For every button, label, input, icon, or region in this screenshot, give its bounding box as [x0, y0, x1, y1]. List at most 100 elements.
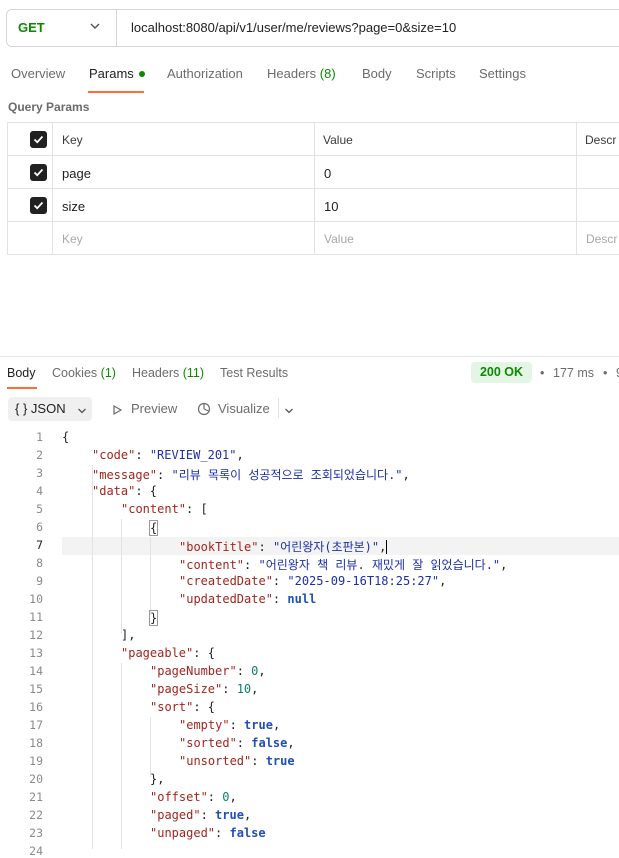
tab-label: Body	[362, 66, 392, 81]
code-line[interactable]: "createdDate": "2025-09-16T18:25:27",	[179, 574, 446, 588]
code-line[interactable]: ],	[121, 628, 135, 642]
json-key: "sort"	[150, 700, 194, 714]
json-key: "pageNumber"	[150, 664, 237, 678]
line-number: 22	[29, 808, 43, 822]
tab-authorization[interactable]: Authorization	[167, 66, 243, 81]
json-key: "offset"	[150, 790, 208, 804]
visualize-button[interactable]: Visualize	[218, 401, 270, 416]
response-time[interactable]: 177 ms	[553, 366, 594, 380]
line-number: 19	[29, 754, 43, 768]
param-checkbox-size[interactable]	[30, 197, 47, 214]
json-key: "createdDate"	[179, 574, 273, 588]
json-number: 0	[222, 790, 230, 804]
code-line[interactable]: {	[62, 430, 69, 444]
url-input[interactable]: localhost:8080/api/v1/user/me/reviews?pa…	[131, 20, 456, 35]
code-line[interactable]: "unsorted": true	[179, 754, 295, 768]
tab-label: Headers	[132, 366, 180, 380]
param-key[interactable]: size	[62, 199, 85, 214]
response-tab-test-results[interactable]: Test Results	[220, 366, 288, 380]
column-divider	[52, 122, 53, 255]
status-badge[interactable]: 200 OK	[471, 362, 532, 383]
separator-dot: •	[540, 366, 545, 380]
braces-icon: { }	[15, 401, 28, 416]
line-number: 15	[29, 682, 43, 696]
response-tab-body[interactable]: Body	[7, 366, 36, 380]
line-number: 16	[29, 700, 43, 714]
tab-headers[interactable]: Headers (8)	[267, 66, 336, 81]
matched-bracket[interactable]: }	[149, 610, 159, 626]
json-literal: true	[215, 808, 244, 822]
matched-bracket[interactable]: {	[149, 520, 159, 536]
select-all-checkbox[interactable]	[30, 131, 47, 148]
code-line[interactable]: "pageNumber": 0,	[150, 664, 266, 678]
line-number: 21	[29, 790, 43, 804]
tab-scripts[interactable]: Scripts	[416, 66, 456, 81]
tab-underline	[7, 387, 37, 389]
line-number: 4	[36, 484, 43, 498]
json-key: "empty"	[179, 718, 230, 732]
column-divider	[314, 122, 315, 255]
param-value[interactable]: 10	[324, 199, 338, 214]
indent-guide	[150, 717, 151, 777]
code-line[interactable]: "updatedDate": null	[179, 592, 316, 606]
new-key-input[interactable]: Key	[62, 232, 83, 246]
response-tab-headers[interactable]: Headers (11)	[132, 366, 204, 380]
json-key: "updatedDate"	[179, 592, 273, 606]
code-line[interactable]: "sorted": false,	[179, 736, 295, 750]
code-line[interactable]: },	[150, 772, 164, 786]
tab-overview[interactable]: Overview	[11, 66, 65, 81]
code-line[interactable]: "pageable": {	[121, 646, 215, 660]
line-number: 8	[36, 556, 43, 570]
code-line[interactable]: "empty": true,	[179, 718, 280, 732]
value-column-header: Value	[323, 133, 353, 147]
play-icon	[111, 403, 123, 421]
tab-label: Overview	[11, 66, 66, 81]
toolbar-divider	[278, 398, 279, 418]
line-number: 24	[29, 844, 43, 858]
code-line[interactable]: "pageSize": 10,	[150, 682, 258, 696]
json-literal: false	[251, 736, 288, 750]
format-select-label: { } JSON	[15, 401, 66, 416]
line-number: 9	[36, 574, 43, 588]
chevron-down-icon[interactable]	[283, 404, 295, 422]
code-line[interactable]: "unpaged": false	[150, 826, 266, 840]
new-value-input[interactable]: Value	[324, 232, 354, 246]
tab-label: Settings	[479, 66, 526, 81]
code-line[interactable]: "message": "리뷰 목록이 성공적으로 조회되었습니다.",	[92, 466, 410, 483]
key-column-header: Key	[62, 133, 83, 147]
json-key: "bookTitle"	[179, 540, 259, 554]
tab-settings[interactable]: Settings	[479, 66, 526, 81]
code-line[interactable]: "paged": true,	[150, 808, 251, 822]
chevron-down-icon[interactable]	[88, 19, 102, 33]
json-key: "pageable"	[121, 646, 194, 660]
code-line[interactable]: "data": {	[92, 484, 157, 498]
row-divider	[7, 221, 619, 222]
response-tab-cookies[interactable]: Cookies (1)	[52, 366, 116, 380]
param-key[interactable]: page	[62, 166, 91, 181]
json-string: "어린왕자 책 리뷰. 재밌게 잘 읽었습니다."	[258, 558, 501, 572]
code-line[interactable]: "bookTitle": "어린왕자(초판본)",	[179, 538, 388, 555]
json-key: "data"	[92, 484, 136, 498]
code-line[interactable]: "code": "REVIEW_201",	[92, 448, 244, 462]
code-line[interactable]: "offset": 0,	[150, 790, 237, 804]
new-description-input[interactable]: Descr	[586, 232, 617, 246]
line-number: 2	[36, 448, 43, 462]
param-value[interactable]: 0	[324, 166, 331, 181]
code-line[interactable]: "content": [	[121, 502, 208, 516]
line-number: 6	[36, 520, 43, 534]
format-label: JSON	[30, 401, 66, 416]
json-literal: false	[229, 826, 266, 840]
line-number: 5	[36, 502, 43, 516]
code-line[interactable]: "sort": {	[150, 700, 215, 714]
line-number: 18	[29, 736, 43, 750]
pane-divider[interactable]	[0, 356, 619, 357]
param-checkbox-page[interactable]	[30, 164, 47, 181]
tab-params[interactable]: Params	[89, 66, 145, 81]
tab-label: Authorization	[167, 66, 243, 81]
method-select[interactable]: GET	[18, 20, 45, 35]
code-line[interactable]: "content": "어린왕자 책 리뷰. 재밌게 잘 읽었습니다.",	[179, 556, 507, 573]
json-key: "content"	[179, 558, 245, 572]
tab-body[interactable]: Body	[362, 66, 392, 81]
preview-button[interactable]: Preview	[131, 401, 177, 416]
json-key: "code"	[92, 448, 136, 462]
